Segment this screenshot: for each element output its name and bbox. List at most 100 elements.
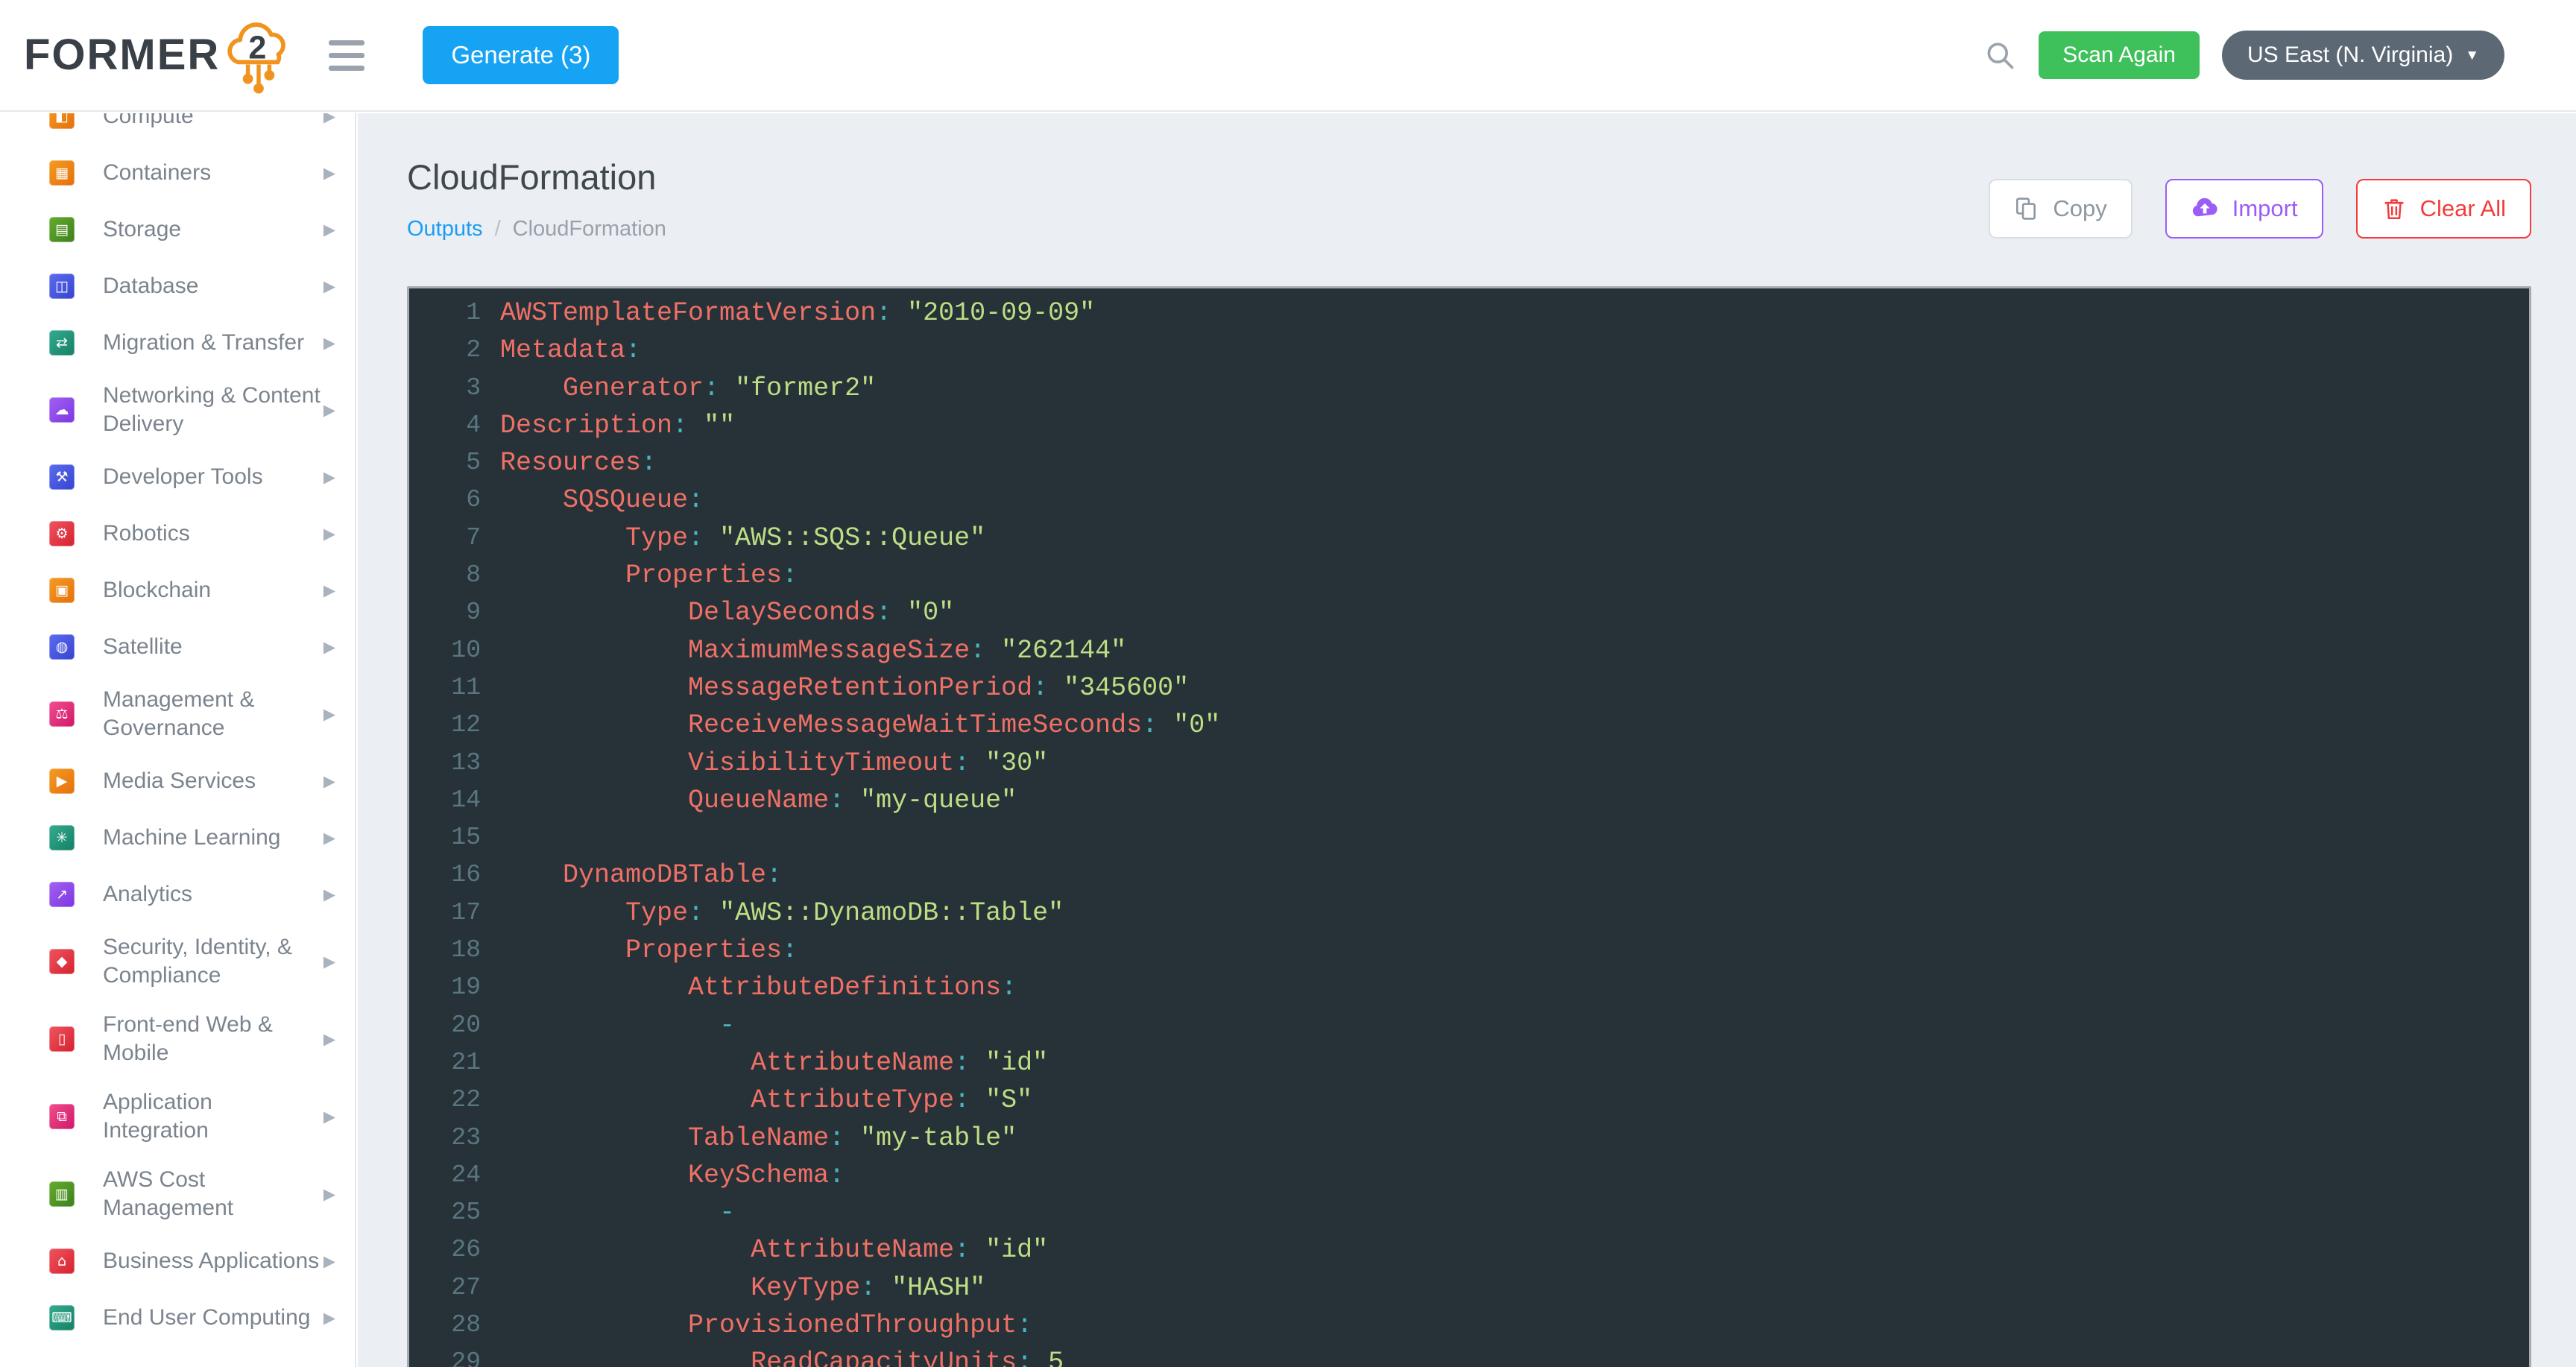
sidebar-item-label: Developer Tools [103,463,323,491]
code-line: 23 TableName: "my-table" [409,1120,2529,1157]
cloudformation-code-editor[interactable]: 1AWSTemplateFormatVersion: "2010-09-09"2… [407,286,2531,1367]
sidebar-item-migration-transfer[interactable]: ⇄ Migration & Transfer ▶ [0,315,355,371]
code-line: 4Description: "" [409,407,2529,444]
code-line-content: KeyType: "HASH" [500,1269,2529,1307]
code-line: 11 MessageRetentionPeriod: "345600" [409,669,2529,707]
code-line: 22 AttributeType: "S" [409,1082,2529,1119]
code-line-content: SQSQueue: [500,482,2529,519]
sidebar-item-containers[interactable]: ▦ Containers ▶ [0,145,355,201]
caret-down-icon: ▼ [2465,48,2479,63]
sidebar-item-aws-cost-management[interactable]: ▥ AWS Cost Management ▶ [0,1155,355,1233]
sidebar-item-label: Blockchain [103,576,323,604]
action-buttons: Copy Import Clear All [1989,179,2531,239]
end-user-computing-icon: ⌨ [49,1305,75,1330]
sidebar-item-networking-content-delivery[interactable]: ☁ Networking & Content Delivery ▶ [0,371,355,449]
chevron-right-icon: ▶ [323,277,335,295]
code-line-content: AttributeName: "id" [500,1231,2529,1269]
chevron-right-icon: ▶ [323,1108,335,1126]
business-apps-icon: ⌂ [49,1248,75,1274]
database-icon: ◫ [49,274,75,299]
code-line-content: Description: "" [500,407,2529,444]
code-line: 7 Type: "AWS::SQS::Queue" [409,520,2529,557]
sidebar-item-label: Analytics [103,880,323,909]
sidebar-item-machine-learning[interactable]: ✳ Machine Learning ▶ [0,809,355,866]
sidebar-item-management-governance[interactable]: ⚖ Management & Governance ▶ [0,675,355,753]
media-services-icon: ▶ [49,768,75,794]
sidebar-item-label: Database [103,272,323,300]
former2-cloud-logo: 2 [223,16,294,99]
storage-icon: ▤ [49,217,75,242]
sidebar-nav: ◧ Compute ▶ ▦ Containers ▶ ▤ Storage ▶ ◫… [0,113,356,1367]
title-block: CloudFormation Outputs / CloudFormation [407,157,666,241]
clear-all-button[interactable]: Clear All [2356,179,2531,239]
code-line: 2Metadata: [409,332,2529,369]
sidebar-item-label: Management & Governance [103,686,323,742]
code-line: 10 MaximumMessageSize: "262144" [409,632,2529,669]
copy-icon [2014,196,2039,221]
sidebar-item-security-identity-compliance[interactable]: ◆ Security, Identity, & Compliance ▶ [0,923,355,1000]
chevron-right-icon: ▶ [323,221,335,239]
copy-button[interactable]: Copy [1989,179,2132,239]
sidebar-item-label: Migration & Transfer [103,329,323,357]
sidebar-item-database[interactable]: ◫ Database ▶ [0,258,355,315]
sidebar-item-business-applications[interactable]: ⌂ Business Applications ▶ [0,1233,355,1289]
sidebar-item-label: Application Integration [103,1088,323,1145]
line-number: 5 [409,444,500,482]
sidebar-item-storage[interactable]: ▤ Storage ▶ [0,201,355,258]
sidebar-item-media-services[interactable]: ▶ Media Services ▶ [0,753,355,809]
line-number: 23 [409,1120,500,1157]
generate-button[interactable]: Generate (3) [423,26,619,84]
sidebar-item-label: Machine Learning [103,824,323,852]
code-line: 29 ReadCapacityUnits: 5 [409,1344,2529,1367]
sidebar-item-blockchain[interactable]: ▣ Blockchain ▶ [0,562,355,619]
line-number: 18 [409,932,500,969]
code-line: 5Resources: [409,444,2529,482]
sidebar-item-front-end-web-mobile[interactable]: ▯ Front-end Web & Mobile ▶ [0,1000,355,1078]
code-line: 15 [409,819,2529,856]
code-line-content: DynamoDBTable: [500,856,2529,894]
sidebar-item-application-integration[interactable]: ⧉ Application Integration ▶ [0,1078,355,1155]
code-line-content: Type: "AWS::SQS::Queue" [500,520,2529,557]
import-button[interactable]: Import [2165,179,2323,239]
code-line-content: Resources: [500,444,2529,482]
former2-logo[interactable]: FORMER 2 [24,0,294,111]
clear-all-button-label: Clear All [2420,195,2506,222]
import-button-label: Import [2232,195,2298,222]
line-number: 12 [409,707,500,744]
code-line-content: DelaySeconds: "0" [500,594,2529,631]
page-head: CloudFormation Outputs / CloudFormation … [407,157,2531,241]
management-governance-icon: ⚖ [49,701,75,727]
chevron-right-icon: ▶ [323,164,335,182]
sidebar-item-compute[interactable]: ◧ Compute ▶ [0,113,355,145]
code-line-content: MaximumMessageSize: "262144" [500,632,2529,669]
region-dropdown[interactable]: US East (N. Virginia) ▼ [2222,31,2504,80]
chevron-right-icon: ▶ [323,953,335,970]
line-number: 1 [409,294,500,332]
sidebar-item-robotics[interactable]: ⚙ Robotics ▶ [0,505,355,562]
line-number: 13 [409,745,500,782]
line-number: 19 [409,969,500,1006]
satellite-icon: ◍ [49,634,75,660]
sidebar-item-label: Front-end Web & Mobile [103,1011,323,1067]
sidebar-item-end-user-computing[interactable]: ⌨ End User Computing ▶ [0,1289,355,1346]
chevron-right-icon: ▶ [323,1252,335,1270]
code-line-content: AttributeName: "id" [500,1044,2529,1082]
menu-icon[interactable] [329,40,364,71]
code-line: 14 QueueName: "my-queue" [409,782,2529,819]
breadcrumb-outputs-link[interactable]: Outputs [407,217,483,241]
cost-management-icon: ▥ [49,1181,75,1207]
chevron-right-icon: ▶ [323,113,335,125]
line-number: 11 [409,669,500,707]
code-line-content: Properties: [500,557,2529,594]
sidebar-item-developer-tools[interactable]: ⚒ Developer Tools ▶ [0,449,355,505]
sidebar-item-label: Satellite [103,633,323,661]
sidebar-item-analytics[interactable]: ↗ Analytics ▶ [0,866,355,923]
sidebar-item-satellite[interactable]: ◍ Satellite ▶ [0,619,355,675]
search-icon[interactable] [1983,39,2016,72]
former2-app-window: FORMER 2 Generate (3) Scan Again US East [0,0,2576,1367]
code-line: 16 DynamoDBTable: [409,856,2529,894]
code-line: 27 KeyType: "HASH" [409,1269,2529,1307]
code-line-content: TableName: "my-table" [500,1120,2529,1157]
scan-again-button[interactable]: Scan Again [2039,31,2200,79]
sidebar-item-label: Compute [103,113,323,130]
